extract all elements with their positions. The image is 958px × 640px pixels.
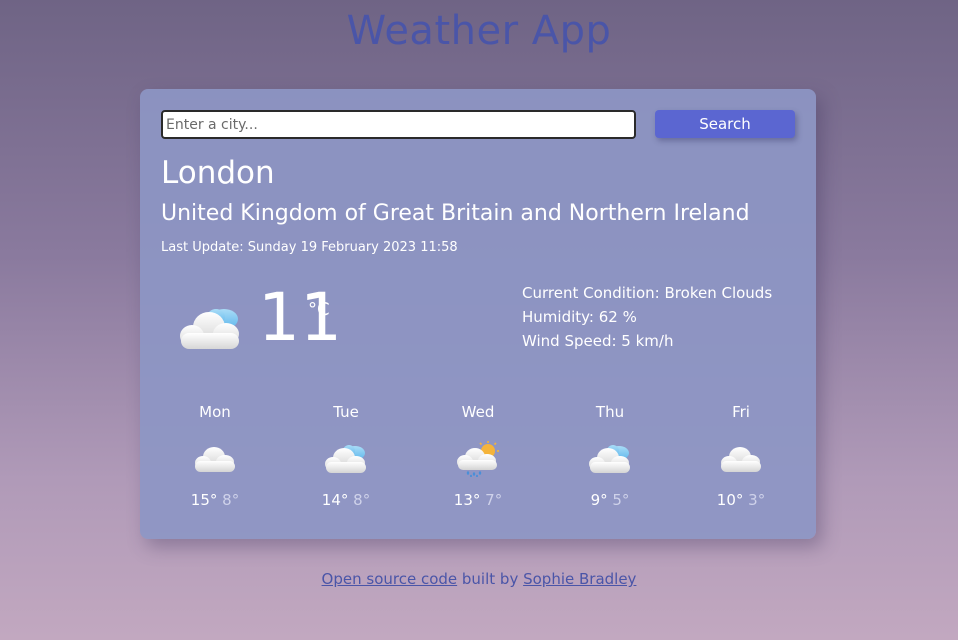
forecast-day: Thu 9° 5° — [550, 403, 670, 509]
forecast-temps: 9° 5° — [550, 491, 670, 509]
forecast-day: Wed 13° 7° — [418, 403, 538, 509]
cloud-icon — [195, 447, 235, 472]
forecast-day: Fri 10° 3° — [681, 403, 801, 509]
app-title: Weather App — [346, 8, 612, 54]
forecast-temps: 14° 8° — [286, 491, 406, 509]
city-name: London — [161, 155, 275, 191]
cloud-sun-icon — [180, 309, 239, 349]
forecast-low: 5° — [612, 491, 630, 509]
forecast-day-name: Wed — [461, 403, 495, 421]
forecast-low: 7° — [485, 491, 503, 509]
forecast-low: 8° — [353, 491, 371, 509]
last-update: Last Update: Sunday 19 February 2023 11:… — [161, 240, 458, 255]
forecast-day-name: Tue — [333, 403, 359, 421]
wind-speed: Wind Speed: 5 km/h — [522, 332, 674, 350]
humidity: Humidity: 62 % — [522, 308, 637, 326]
author-link[interactable]: Sophie Bradley — [523, 570, 636, 588]
forecast-high: 14° — [321, 491, 349, 509]
current-details: Current Condition: Broken Clouds Humidit… — [522, 281, 772, 353]
forecast-day: Mon 15° 8° — [155, 403, 275, 509]
search-button[interactable]: Search — [655, 110, 795, 138]
rain-sun-icon — [457, 441, 499, 477]
forecast-high: 10° — [716, 491, 744, 509]
footer: Open source code built by Sophie Bradley — [0, 570, 958, 588]
forecast-day-name: Mon — [199, 403, 231, 421]
open-source-link[interactable]: Open source code — [322, 570, 458, 588]
temperature-unit: °C — [308, 299, 330, 320]
cloud-sun-icon — [589, 445, 630, 473]
city-search-input[interactable] — [161, 110, 636, 139]
forecast-high: 13° — [453, 491, 481, 509]
forecast-day: Tue 14° 8° — [286, 403, 406, 509]
forecast-day-name: Thu — [595, 403, 625, 421]
country-name: United Kingdom of Great Britain and Nort… — [161, 201, 750, 226]
weather-card: Search London United Kingdom of Great Br… — [140, 89, 816, 539]
forecast-low: 3° — [748, 491, 766, 509]
forecast-high: 15° — [190, 491, 218, 509]
forecast-high: 9° — [590, 491, 608, 509]
forecast-day-name: Fri — [732, 403, 750, 421]
forecast-temps: 15° 8° — [155, 491, 275, 509]
forecast-temps: 13° 7° — [418, 491, 538, 509]
cloud-sun-icon — [325, 445, 366, 473]
current-condition: Current Condition: Broken Clouds — [522, 284, 773, 302]
forecast-temps: 10° 3° — [681, 491, 801, 509]
cloud-icon — [721, 447, 761, 472]
forecast-low: 8° — [222, 491, 240, 509]
footer-text: built by — [457, 570, 524, 588]
